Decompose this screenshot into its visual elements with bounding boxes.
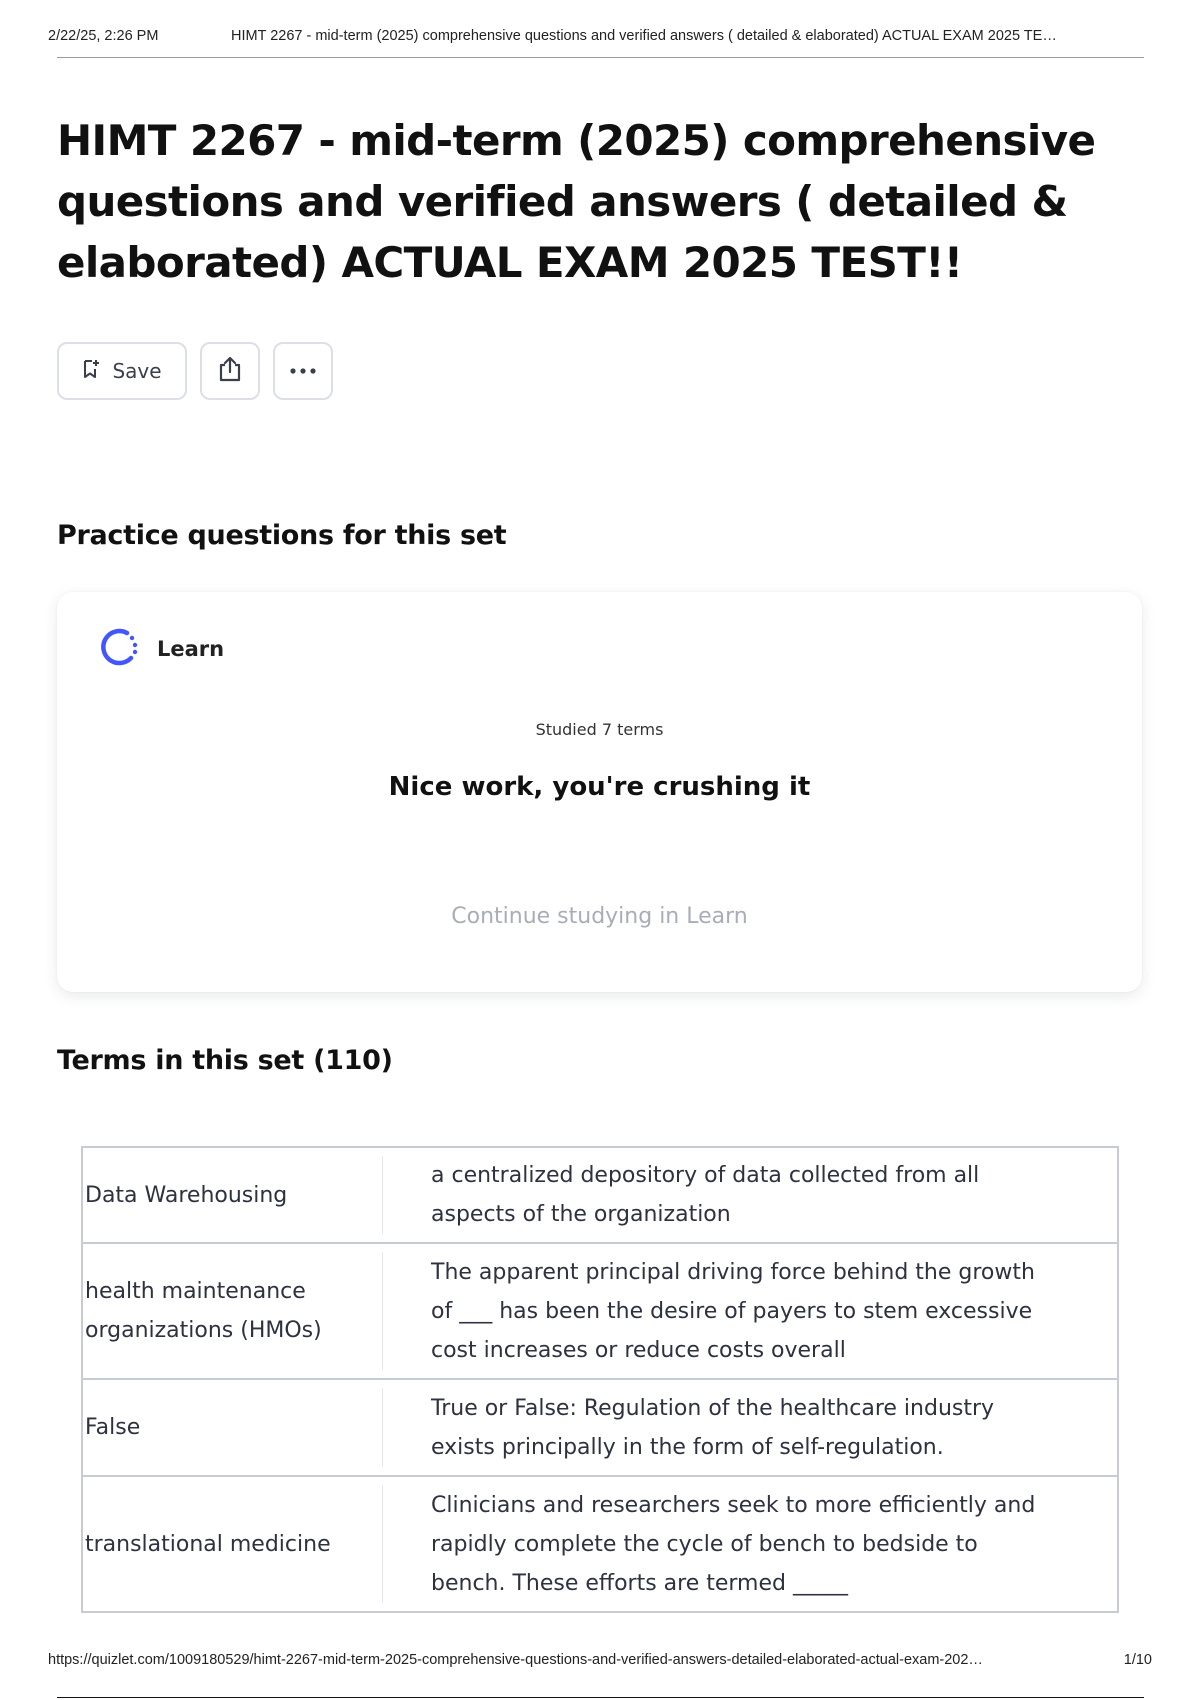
- set-actions: Save: [57, 342, 333, 400]
- definition-cell: The apparent principal driving force beh…: [431, 1259, 1035, 1363]
- save-button-label: Save: [112, 359, 162, 383]
- learn-progress-icon: [97, 624, 141, 673]
- definition-cell: Clinicians and researchers seek to more …: [431, 1492, 1036, 1596]
- learn-label: Learn: [157, 636, 225, 661]
- table-row: Data Warehousing a centralized depositor…: [82, 1147, 1118, 1243]
- term-cell: health maintenance organizations (HMOs): [82, 1243, 383, 1379]
- print-url: https://quizlet.com/1009180529/himt-2267…: [48, 1652, 983, 1668]
- term-cell: translational medicine: [82, 1476, 383, 1612]
- print-footer: https://quizlet.com/1009180529/himt-2267…: [48, 1652, 1152, 1668]
- page-title: HIMT 2267 - mid-term (2025) comprehensiv…: [57, 116, 1096, 287]
- print-header: 2/22/25, 2:26 PM HIMT 2267 - mid-term (2…: [48, 28, 1152, 44]
- studied-count: Studied 7 terms: [535, 720, 664, 739]
- definition-cell: True or False: Regulation of the healthc…: [431, 1395, 995, 1460]
- page-number: 1/10: [1123, 1652, 1152, 1668]
- table-row: False True or False: Regulation of the h…: [82, 1379, 1118, 1476]
- term-cell: False: [82, 1379, 383, 1476]
- save-button[interactable]: Save: [57, 342, 187, 400]
- header-divider: [57, 57, 1144, 58]
- share-button[interactable]: [200, 342, 260, 400]
- term-cell: Data Warehousing: [82, 1147, 383, 1243]
- continue-learn-button[interactable]: Continue studying in Learn: [57, 904, 1142, 929]
- share-icon: [217, 355, 243, 388]
- practice-heading: Practice questions for this set: [57, 520, 507, 551]
- more-horizontal-icon: [289, 362, 317, 380]
- terms-heading: Terms in this set (110): [57, 1045, 393, 1076]
- more-button[interactable]: [273, 342, 333, 400]
- encouragement-message: Nice work, you're crushing it: [388, 772, 811, 802]
- terms-table: Data Warehousing a centralized depositor…: [81, 1146, 1119, 1613]
- table-row: health maintenance organizations (HMOs) …: [82, 1243, 1118, 1379]
- definition-cell: a centralized depository of data collect…: [431, 1163, 980, 1227]
- print-datetime: 2/22/25, 2:26 PM: [48, 28, 159, 44]
- bookmark-add-icon: [82, 359, 100, 384]
- print-doc-title: HIMT 2267 - mid-term (2025) comprehensiv…: [231, 28, 1057, 44]
- footer-divider: [57, 1697, 1144, 1698]
- table-row: translational medicine Clinicians and re…: [82, 1476, 1118, 1612]
- learn-card: Learn Studied 7 terms Nice work, you're …: [57, 592, 1142, 992]
- learn-mode-header[interactable]: Learn: [97, 624, 224, 673]
